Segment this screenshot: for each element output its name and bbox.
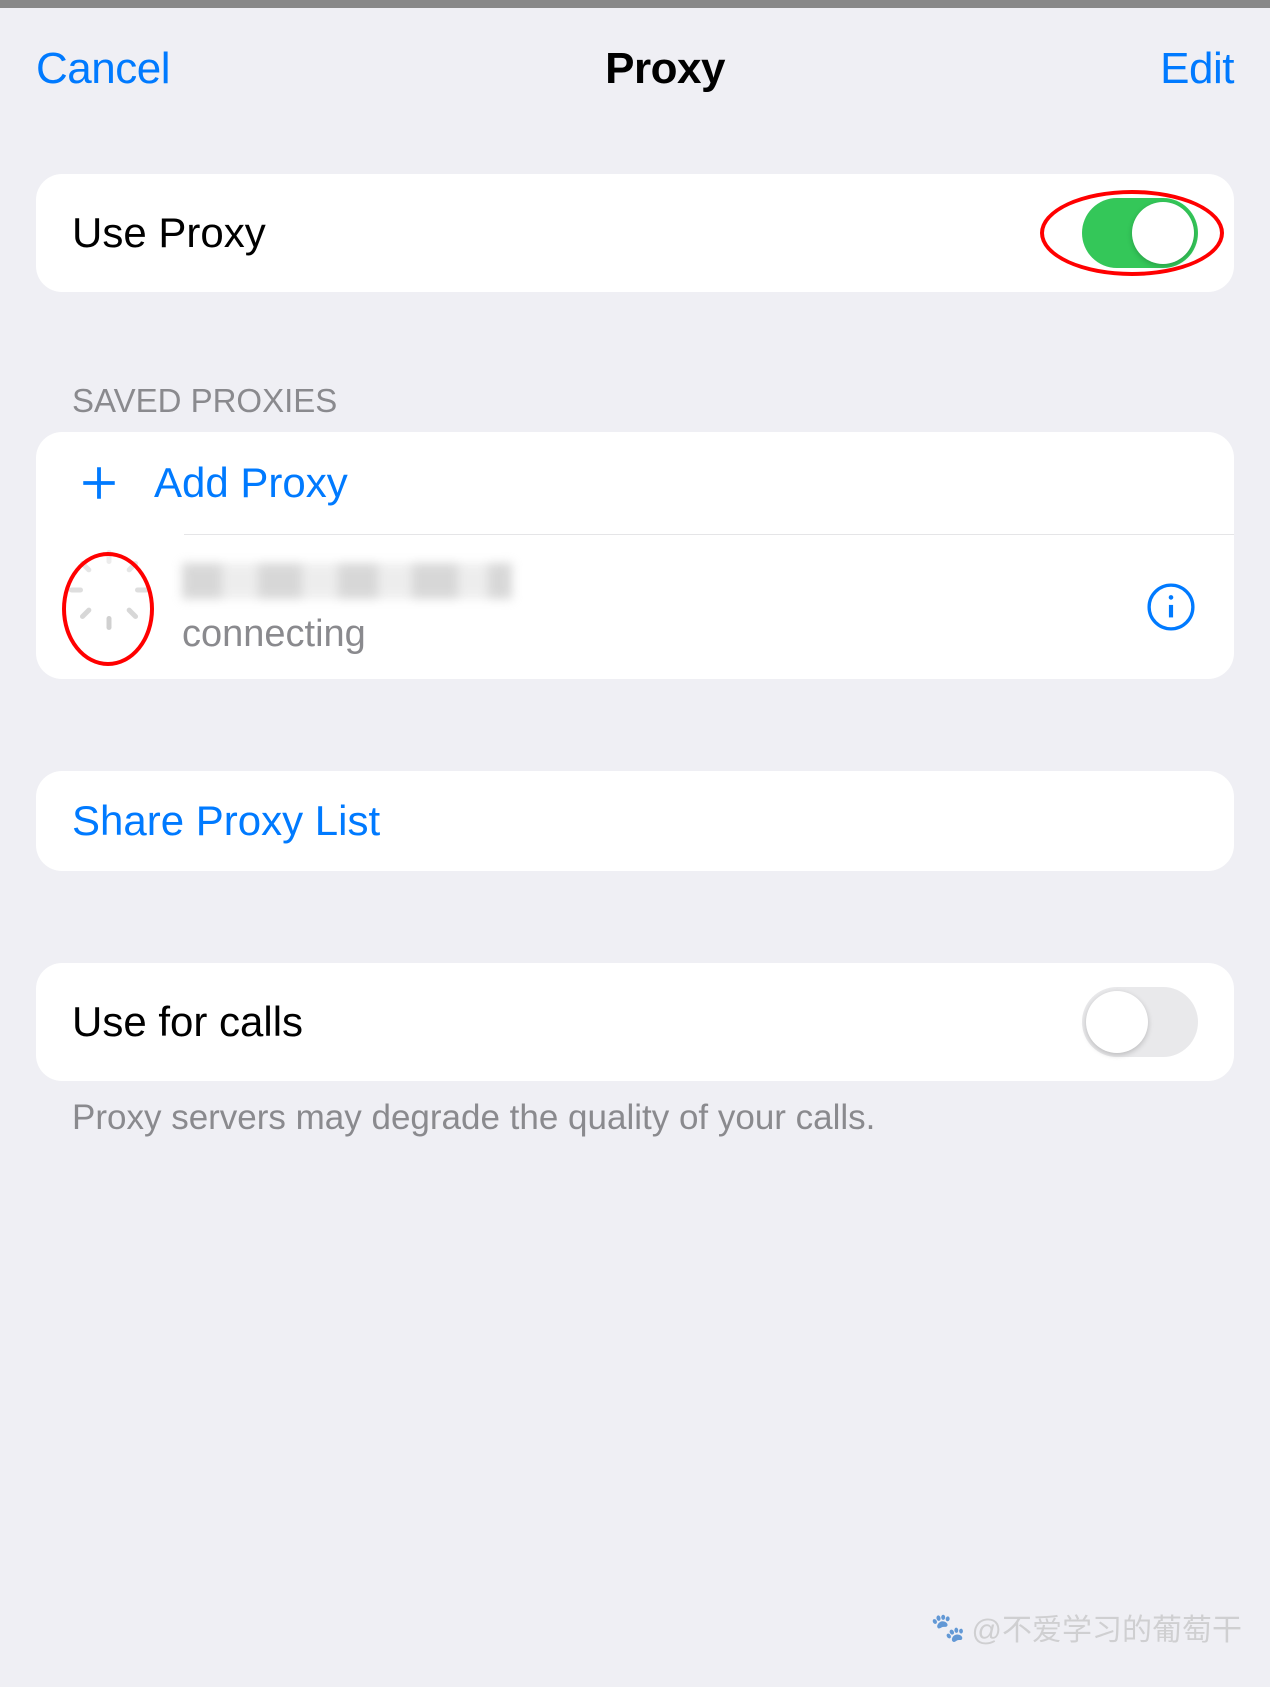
share-group: Share Proxy List [36, 771, 1234, 871]
proxy-entry-row[interactable]: connecting [36, 535, 1234, 679]
watermark-icon: 🐾 [931, 1611, 966, 1644]
proxy-entry-text: connecting [182, 559, 1144, 656]
page-title: Proxy [605, 44, 725, 94]
saved-proxies-group: Add Proxy [36, 432, 1234, 679]
loading-spinner-icon [85, 583, 133, 631]
use-for-calls-row: Use for calls [36, 963, 1234, 1081]
add-proxy-label: Add Proxy [154, 459, 1198, 507]
watermark-text: @不爱学习的葡萄干 [972, 1605, 1242, 1649]
cancel-button[interactable]: Cancel [36, 44, 170, 94]
use-for-calls-footer: Proxy servers may degrade the quality of… [36, 1081, 1234, 1141]
share-proxy-list-row[interactable]: Share Proxy List [36, 771, 1234, 871]
edit-button[interactable]: Edit [1160, 44, 1234, 94]
watermark: 🐾 @不爱学习的葡萄干 [931, 1605, 1242, 1649]
use-for-calls-toggle[interactable] [1082, 987, 1198, 1057]
use-proxy-label: Use Proxy [72, 209, 1082, 257]
toggle-knob [1132, 202, 1194, 264]
navigation-bar: Cancel Proxy Edit [0, 8, 1270, 130]
toggle-knob [1086, 991, 1148, 1053]
proxy-address-redacted [182, 559, 1144, 603]
proxy-status-label: connecting [182, 613, 1144, 656]
plus-icon [72, 456, 126, 510]
window-top-edge [0, 0, 1270, 8]
info-icon[interactable] [1144, 580, 1198, 634]
add-proxy-row[interactable]: Add Proxy [36, 432, 1234, 534]
use-proxy-group: Use Proxy [36, 174, 1234, 292]
use-proxy-toggle[interactable] [1082, 198, 1198, 268]
use-for-calls-label: Use for calls [72, 998, 1082, 1046]
share-proxy-list-label: Share Proxy List [72, 797, 1198, 845]
use-for-calls-group: Use for calls [36, 963, 1234, 1081]
saved-proxies-header: SAVED PROXIES [36, 382, 1234, 432]
use-proxy-row: Use Proxy [36, 174, 1234, 292]
